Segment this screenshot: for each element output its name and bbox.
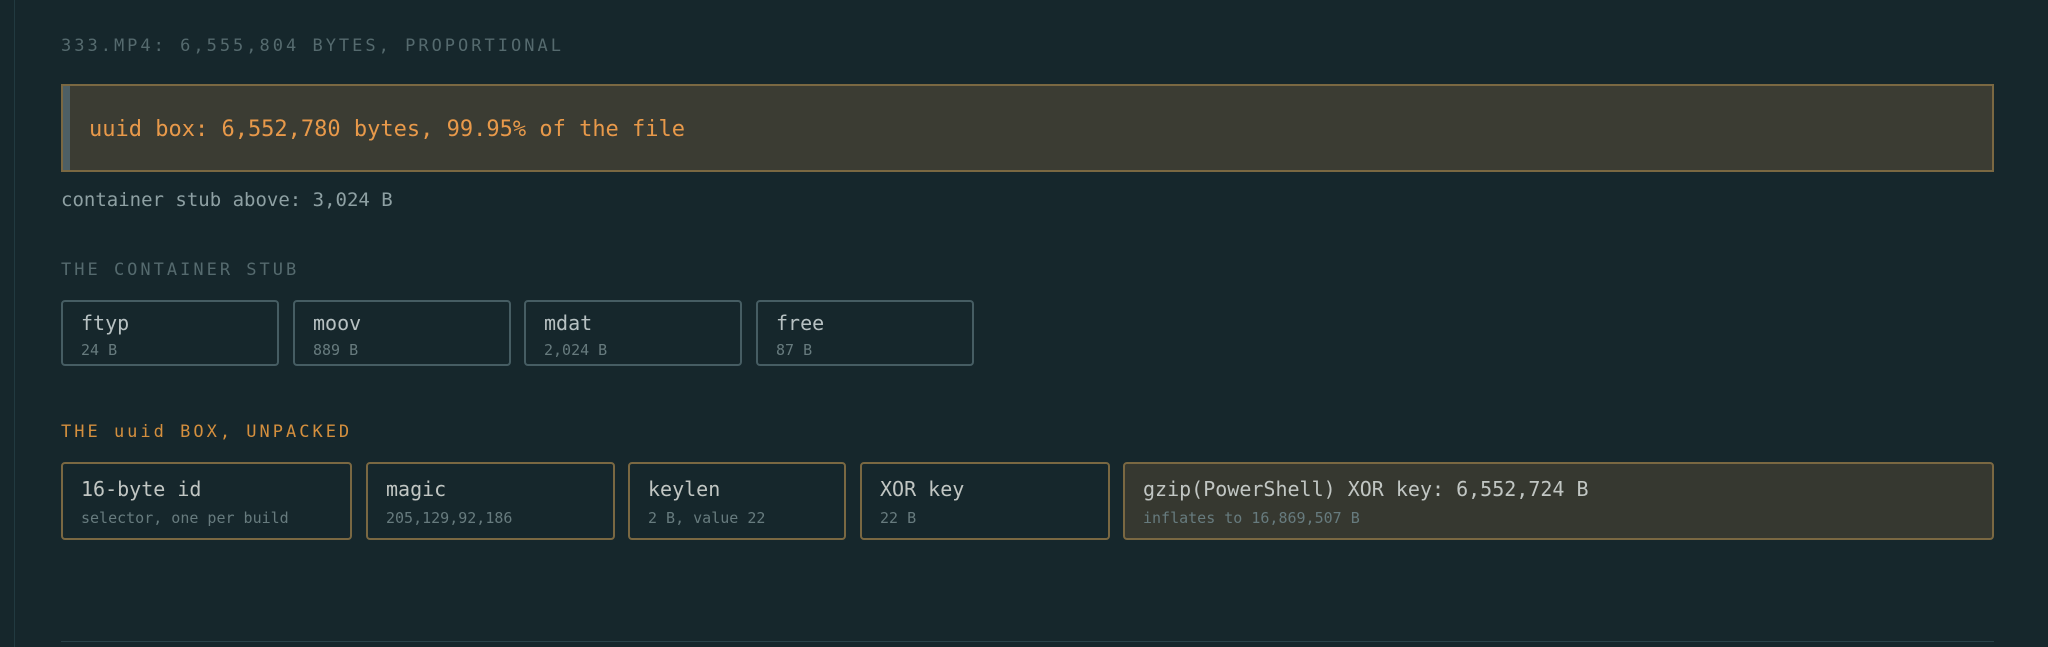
field-detail: 2 B, value 22 [648,509,766,527]
uuid-field-payload: gzip(PowerShell) XOR key: 6,552,724 B in… [1123,462,1994,540]
uuid-field-keylen: keylen 2 B, value 22 [628,462,846,540]
field-detail: selector, one per build [81,509,289,527]
uuid-box-segment-label: uuid box: 6,552,780 bytes, 99.95% of the… [89,117,686,142]
box-size: 87 B [776,341,813,359]
box-name: free [776,311,825,335]
bottom-divider [61,641,1994,642]
field-name: 16-byte id [81,477,202,501]
field-detail: inflates to 16,869,507 B [1143,509,1360,527]
box-size: 24 B [81,341,118,359]
field-detail: 205,129,92,186 [386,509,513,527]
uuid-field-id: 16-byte id selector, one per build [61,462,352,540]
container-stub-segment [63,86,70,170]
field-name: magic [386,477,447,501]
field-name: gzip(PowerShell) XOR key: 6,552,724 B [1143,477,1589,501]
left-margin-rule [14,0,15,647]
uuid-field-xor-key: XOR key 22 B [860,462,1110,540]
stub-box-ftyp: ftyp 24 B [61,300,279,366]
container-stub-note: container stub above: 3,024 B [61,189,393,211]
field-name: keylen [648,477,721,501]
file-proportion-bar: uuid box: 6,552,780 bytes, 99.95% of the… [61,84,1994,172]
container-stub-title: THE CONTAINER STUB [61,260,300,280]
box-name: mdat [544,311,593,335]
uuid-field-magic: magic 205,129,92,186 [366,462,615,540]
box-size: 889 B [313,341,359,359]
stub-box-mdat: mdat 2,024 B [524,300,742,366]
box-name: ftyp [81,311,130,335]
uuid-unpacked-title: THE uuid BOX, UNPACKED [61,422,353,442]
stub-box-moov: moov 889 B [293,300,511,366]
file-title: 333.MP4: 6,555,804 BYTES, PROPORTIONAL [61,36,564,56]
box-name: moov [313,311,362,335]
field-name: XOR key [880,477,965,501]
field-detail: 22 B [880,509,917,527]
box-size: 2,024 B [544,341,608,359]
stub-box-free: free 87 B [756,300,974,366]
